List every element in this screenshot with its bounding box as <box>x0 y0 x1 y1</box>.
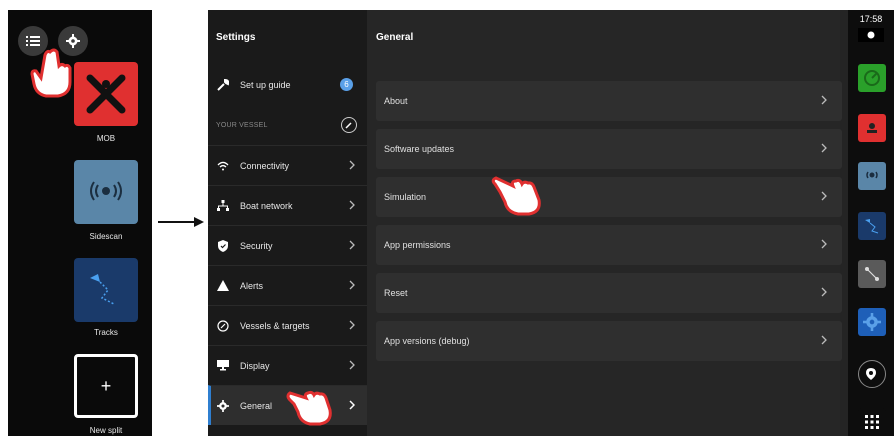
row-label: Reset <box>384 288 408 298</box>
plus-icon: + <box>100 375 112 396</box>
sidescan-tile[interactable] <box>74 160 138 224</box>
display-icon <box>216 360 230 371</box>
row-label: About <box>384 96 408 106</box>
waypoint-add-icon <box>866 368 876 380</box>
section-header-text: YOUR VESSEL <box>216 121 268 129</box>
route-icon <box>865 267 879 281</box>
radar-app-button[interactable] <box>858 64 886 92</box>
gps-icon <box>867 31 875 39</box>
add-waypoint-button[interactable] <box>858 360 886 388</box>
app-grid-button[interactable] <box>858 408 886 436</box>
settings-sidebar: Settings Set up guide 6 YOUR VESSEL Conn… <box>208 10 367 436</box>
pane-title: General <box>376 32 414 43</box>
target-icon <box>216 319 230 332</box>
sidebar-item-connectivity[interactable]: Connectivity <box>208 145 367 185</box>
mob-tile-label: MOB <box>96 134 116 143</box>
tracks-app-button[interactable] <box>858 212 886 240</box>
mob-cross-icon <box>86 74 126 114</box>
chevron-right-icon <box>821 143 827 153</box>
row-reset[interactable]: Reset <box>376 273 842 313</box>
gear-icon <box>863 313 881 331</box>
chevron-right-icon <box>349 280 355 290</box>
setup-guide-badge: 6 <box>340 78 353 91</box>
new-split-tile-label: New split <box>89 426 123 435</box>
setup-guide-label: Set up guide <box>240 80 291 90</box>
pointing-hand-icon <box>491 176 541 216</box>
shield-icon <box>216 239 230 252</box>
tracks-icon <box>90 274 115 305</box>
chevron-right-icon <box>349 400 355 410</box>
row-label: App permissions <box>384 240 451 250</box>
sidebar-item-label: General <box>240 400 273 411</box>
home-screen-panel: MOB Sidescan Tracks + New split <box>8 10 152 436</box>
buoy-icon <box>867 123 877 133</box>
sidescan-icon <box>866 171 878 179</box>
chevron-right-icon <box>349 240 355 250</box>
list-icon <box>26 36 40 46</box>
row-about[interactable]: About <box>376 81 842 121</box>
chevron-right-icon <box>821 287 827 297</box>
row-label: App versions (debug) <box>384 336 470 346</box>
wrench-icon <box>345 122 352 129</box>
row-simulation[interactable]: Simulation <box>376 177 842 217</box>
mob-tile[interactable] <box>74 62 138 126</box>
row-label: Simulation <box>384 192 427 202</box>
sidebar-item-security[interactable]: Security <box>208 225 367 265</box>
tracks-tile[interactable] <box>74 258 138 322</box>
sidescan-tile-label: Sidescan <box>89 232 123 241</box>
sidebar-title: Settings <box>216 32 256 43</box>
routes-app-button[interactable] <box>858 260 886 288</box>
sidebar-item-label: Security <box>240 240 273 251</box>
arrow-right-icon <box>158 217 204 227</box>
new-split-tile[interactable]: + <box>74 354 138 418</box>
general-settings-pane: General About Software updates Simulatio… <box>367 10 842 436</box>
settings-app-button[interactable] <box>858 308 886 336</box>
app-rail: 17:58 <box>848 10 894 436</box>
sidebar-item-alerts[interactable]: Alerts <box>208 265 367 305</box>
mob-app-button[interactable] <box>858 114 886 142</box>
row-label: Software updates <box>384 144 455 154</box>
chevron-right-icon <box>821 335 827 345</box>
chevron-right-icon <box>349 320 355 330</box>
chevron-right-icon <box>349 360 355 370</box>
pointing-hand-icon <box>286 390 332 426</box>
tracks-icon <box>865 219 879 234</box>
sidebar-item-label: Connectivity <box>240 160 290 171</box>
sidebar-item-boat-network[interactable]: Boat network <box>208 185 367 225</box>
sidescan-icon <box>90 181 122 201</box>
sidebar-item-label: Vessels & targets <box>240 320 310 331</box>
clock: 17:58 <box>859 14 883 24</box>
sidebar-item-label: Boat network <box>240 200 293 211</box>
gear-icon <box>216 399 230 412</box>
row-software-updates[interactable]: Software updates <box>376 129 842 169</box>
sidebar-item-label: Alerts <box>240 280 264 291</box>
sidebar-item-label: Display <box>240 360 270 371</box>
wrench-icon <box>216 79 230 91</box>
settings-app-screen: Settings Set up guide 6 YOUR VESSEL Conn… <box>208 10 894 436</box>
pointing-hand-icon <box>30 48 72 98</box>
sidescan-app-button[interactable] <box>858 162 886 190</box>
composite-screenshot: MOB Sidescan Tracks + New split Settings <box>0 0 894 436</box>
chevron-right-icon <box>821 191 827 201</box>
wifi-icon <box>216 161 230 171</box>
grid-icon <box>865 415 879 429</box>
radar-icon <box>864 70 880 86</box>
tracks-tile-label: Tracks <box>94 328 118 337</box>
warning-icon <box>216 280 230 291</box>
status-indicator <box>858 28 884 42</box>
network-icon <box>216 199 230 212</box>
chevron-right-icon <box>821 239 827 249</box>
chevron-right-icon <box>821 95 827 105</box>
chevron-right-icon <box>349 200 355 210</box>
your-vessel-section-header: YOUR VESSEL <box>208 110 367 140</box>
row-app-versions-debug[interactable]: App versions (debug) <box>376 321 842 361</box>
vessel-edit-button[interactable] <box>341 117 357 133</box>
gear-icon <box>66 34 80 48</box>
chevron-right-icon <box>349 160 355 170</box>
row-app-permissions[interactable]: App permissions <box>376 225 842 265</box>
sidebar-item-vessels-targets[interactable]: Vessels & targets <box>208 305 367 345</box>
sidebar-item-display[interactable]: Display <box>208 345 367 385</box>
